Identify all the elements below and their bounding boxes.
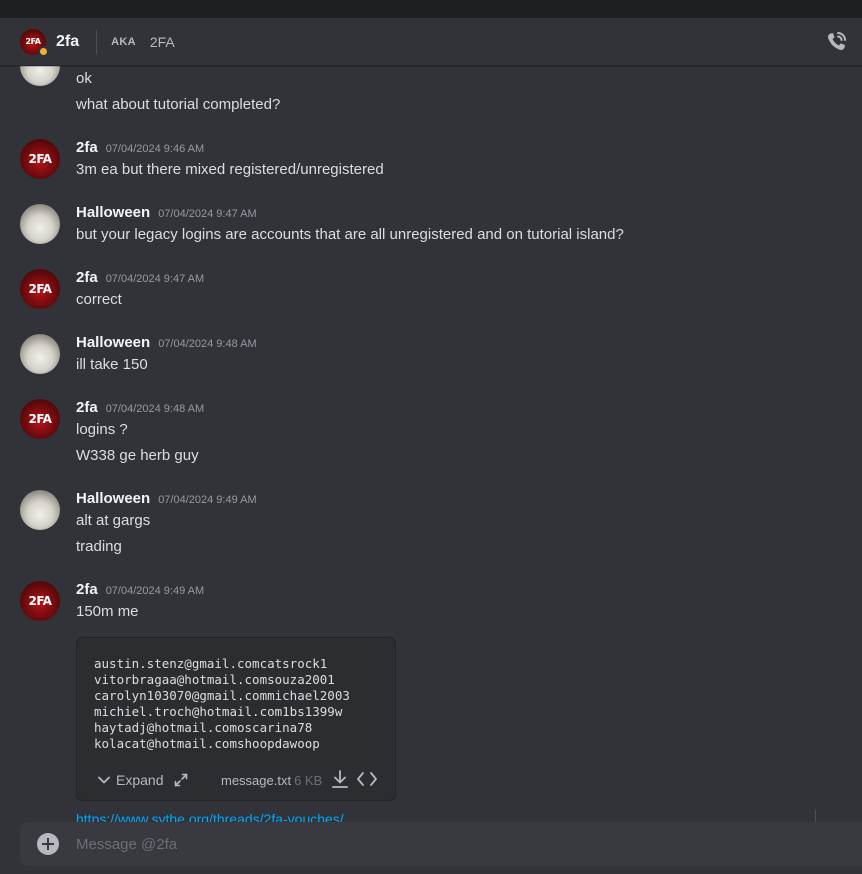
message-input[interactable] xyxy=(76,835,776,853)
attachment-preview: austin.stenz@gmail.comcatsrock1 vitorbrag… xyxy=(94,656,350,752)
message-text: ok xyxy=(76,70,92,87)
message-author[interactable]: 2fa xyxy=(76,581,98,598)
attachment-line: austin.stenz@gmail.comcatsrock1 xyxy=(94,656,328,671)
avatar-text: 2FA xyxy=(28,282,52,296)
chevron-down-icon xyxy=(98,776,110,784)
attachment-filesize: 6 KB xyxy=(294,773,323,788)
message-text: but your legacy logins are accounts that… xyxy=(76,226,624,243)
avatar-text: 2FA xyxy=(28,152,52,166)
channel-header: 2FA 2fa AKA 2FA xyxy=(0,18,862,66)
avatar[interactable] xyxy=(20,490,60,530)
aka-label: AKA xyxy=(111,35,136,48)
avatar-text: 2FA xyxy=(28,412,52,426)
avatar[interactable]: 2FA xyxy=(20,581,60,621)
message-composer xyxy=(20,822,862,866)
expand-label: Expand xyxy=(116,772,164,788)
header-divider xyxy=(96,29,98,54)
fullscreen-icon[interactable] xyxy=(173,772,189,793)
message-text: correct xyxy=(76,291,122,308)
filename-text: message.txt xyxy=(221,773,292,788)
attachment-line: vitorbragaa@hotmail.comsouza2001 xyxy=(94,672,335,687)
avatar[interactable]: 2FA xyxy=(20,269,60,309)
message-text: 3m ea but there mixed registered/unregis… xyxy=(76,161,384,178)
message-text: W338 ge herb guy xyxy=(76,447,199,464)
message-text: logins ? xyxy=(76,421,128,438)
message-timestamp: 07/04/2024 9:46 AM xyxy=(105,143,205,155)
message-author[interactable]: Halloween xyxy=(76,204,150,221)
header-username[interactable]: 2fa xyxy=(56,33,79,51)
message-text: 150m me xyxy=(76,603,139,620)
message-author[interactable]: 2fa xyxy=(76,269,98,286)
message-timestamp: 07/04/2024 9:48 AM xyxy=(105,403,205,415)
message-timestamp: 07/04/2024 9:47 AM xyxy=(158,208,257,220)
text-file-attachment[interactable]: austin.stenz@gmail.comcatsrock1 vitorbrag… xyxy=(76,637,396,801)
message-text: ill take 150 xyxy=(76,356,148,373)
message-author[interactable]: Halloween xyxy=(76,334,150,351)
message-author[interactable]: Halloween xyxy=(76,490,150,507)
attachment-line: michiel.troch@hotmail.com1bs1399w xyxy=(94,704,343,719)
message-timestamp: 07/04/2024 9:49 AM xyxy=(158,494,257,506)
voice-call-icon[interactable] xyxy=(824,30,848,54)
avatar-text: 2FA xyxy=(28,594,52,608)
view-code-icon[interactable] xyxy=(355,768,379,795)
message-author[interactable]: 2fa xyxy=(76,399,98,416)
avatar[interactable] xyxy=(20,66,60,86)
message-list: ok what about tutorial completed? 2FA 2f… xyxy=(0,66,862,824)
avatar[interactable] xyxy=(20,204,60,244)
message-text: trading xyxy=(76,538,122,555)
message-text: what about tutorial completed? xyxy=(76,96,281,113)
message-timestamp: 07/04/2024 9:48 AM xyxy=(158,338,257,350)
message-text: alt at gargs xyxy=(76,512,151,529)
attachment-line: carolyn103070@gmail.commichael2003 xyxy=(94,688,350,703)
avatar[interactable]: 2FA xyxy=(20,399,60,439)
attachment-line: kolacat@hotmail.comshoopdawoop xyxy=(94,736,320,751)
expand-button[interactable]: Expand xyxy=(97,772,163,788)
avatar[interactable]: 2FA xyxy=(20,139,60,179)
dm-window: 2FA 2fa AKA 2FA ok what about tutorial c… xyxy=(0,18,862,874)
attachment-line: haytadj@hotmail.comoscarina78 xyxy=(94,720,313,735)
aka-name: 2FA xyxy=(149,33,175,50)
header-avatar[interactable]: 2FA xyxy=(20,28,49,57)
idle-status-icon xyxy=(38,45,49,57)
message-author[interactable]: 2fa xyxy=(76,139,98,156)
download-icon[interactable] xyxy=(329,768,351,795)
avatar[interactable] xyxy=(20,334,60,374)
attachment-footer: Expand message.txt 6 KB xyxy=(77,760,395,800)
add-attachment-plus-icon[interactable] xyxy=(37,833,59,855)
message-timestamp: 07/04/2024 9:49 AM xyxy=(105,585,205,597)
message-timestamp: 07/04/2024 9:47 AM xyxy=(105,273,205,285)
avatar-text: 2FA xyxy=(25,37,41,46)
attachment-filename[interactable]: message.txt 6 KB xyxy=(221,773,322,788)
